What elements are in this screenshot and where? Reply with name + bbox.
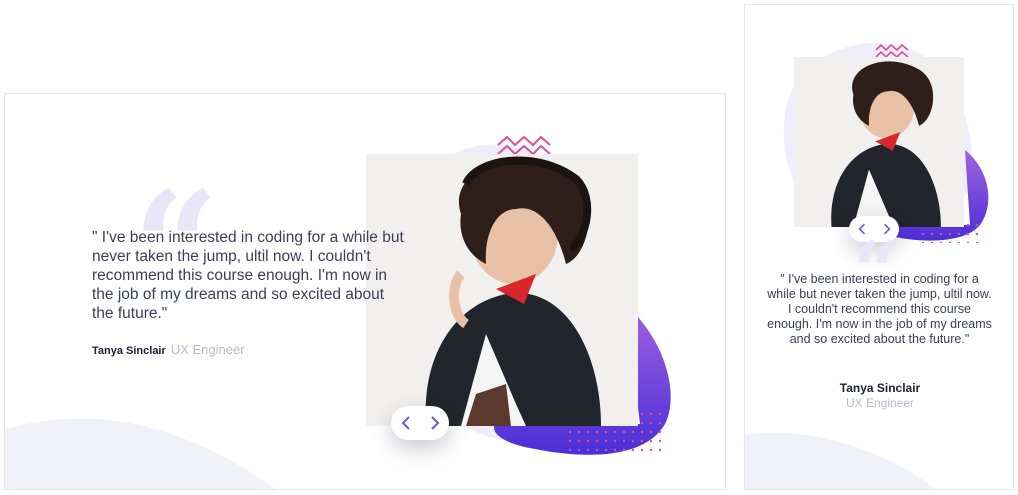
testimonial-quote: " I've been interested in coding for a w… (92, 229, 404, 322)
next-button[interactable] (423, 411, 447, 435)
testimonial-quote: " I've been interested in coding for a w… (767, 272, 992, 346)
author-info: Tanya Sinclair UX Engineer (92, 342, 245, 357)
chevron-right-icon (430, 416, 439, 430)
testimonial-photo (794, 57, 964, 227)
author-name: Tanya Sinclair (92, 345, 166, 357)
previous-button[interactable] (394, 411, 418, 435)
chevron-left-icon (401, 416, 410, 430)
bottom-curve-decoration (745, 432, 935, 489)
author-name: Tanya Sinclair (839, 381, 921, 395)
author-role: UX Engineer (845, 396, 915, 410)
slider-navigation (391, 406, 449, 440)
author-role: UX Engineer (170, 342, 245, 357)
testimonial-mobile: “ " I've been interested in coding for a… (744, 4, 1014, 490)
testimonial-desktop: “ " I've been interested in coding for a… (4, 93, 726, 490)
